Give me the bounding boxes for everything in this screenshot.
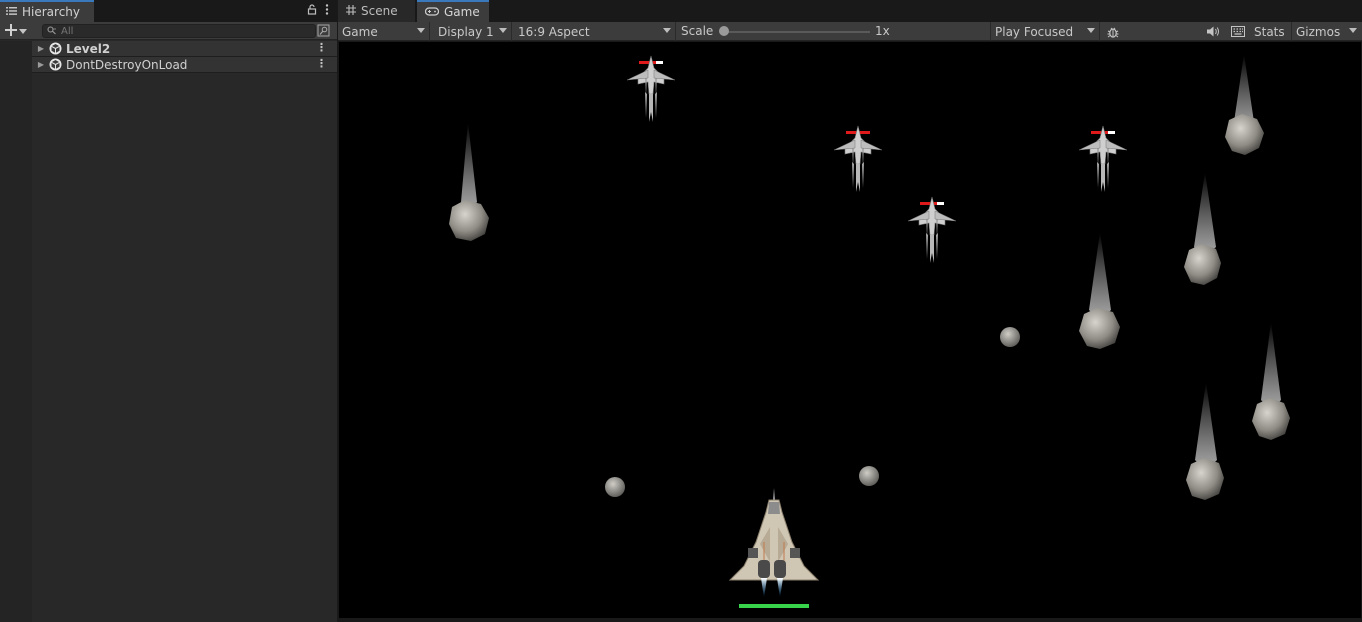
- chevron-down-icon: [499, 28, 507, 33]
- more-options-icon[interactable]: ⋮: [316, 41, 327, 54]
- grid-hash-icon: [346, 4, 356, 18]
- list-icon: [6, 5, 17, 19]
- aspect-dropdown[interactable]: 16:9 Aspect: [514, 22, 676, 41]
- game-view-panel: Scene Game Game Display 1 16:9 Aspect Sc…: [338, 0, 1362, 622]
- play-mode-label: Play Focused: [995, 24, 1074, 39]
- enemy-ships: [626, 55, 1128, 264]
- game-mode-dropdown[interactable]: Game: [338, 22, 430, 41]
- play-mode-dropdown[interactable]: Play Focused: [990, 22, 1100, 41]
- gizmos-label: Gizmos: [1296, 24, 1341, 39]
- game-mode-label: Game: [342, 24, 378, 39]
- tab-scene[interactable]: Scene: [338, 0, 415, 22]
- bug-icon[interactable]: [1104, 23, 1122, 40]
- game-scene: [449, 54, 1290, 608]
- tab-scene-label: Scene: [361, 4, 398, 18]
- chevron-down-icon: [663, 28, 671, 33]
- plus-icon: [5, 23, 17, 39]
- hierarchy-gutter: [0, 41, 32, 622]
- hierarchy-search-input[interactable]: [61, 25, 301, 37]
- unity-scene-icon: [48, 58, 62, 72]
- chevron-down-icon: [1087, 28, 1095, 33]
- scale-slider-track[interactable]: [724, 31, 870, 33]
- hierarchy-tab-label: Hierarchy: [22, 5, 81, 19]
- expand-arrow-icon[interactable]: ▶: [34, 44, 48, 53]
- player-ship: [728, 488, 820, 608]
- stats-label: Stats: [1254, 24, 1285, 39]
- hierarchy-search: [42, 24, 316, 38]
- chevron-down-icon: [1349, 28, 1357, 33]
- chevron-down-icon: [19, 24, 27, 38]
- gamepad-icon: [424, 5, 440, 19]
- chevron-down-icon: [417, 28, 425, 33]
- tab-game[interactable]: Game: [417, 0, 489, 22]
- gizmos-dropdown[interactable]: Gizmos: [1291, 22, 1361, 41]
- more-options-icon[interactable]: [325, 4, 329, 18]
- unity-scene-icon: [48, 42, 62, 56]
- asteroids: [449, 114, 1290, 500]
- display-label: Display 1: [438, 24, 494, 39]
- tab-hierarchy[interactable]: Hierarchy: [0, 0, 94, 22]
- asteroid-trails: [461, 54, 1281, 466]
- stats-button[interactable]: Stats: [1250, 22, 1289, 41]
- hierarchy-item-label: Level2: [66, 41, 111, 56]
- search-type-icon: [317, 24, 330, 40]
- hierarchy-tabbar: Hierarchy: [0, 0, 337, 22]
- lock-icon[interactable]: [307, 4, 317, 18]
- add-object-button[interactable]: [5, 23, 27, 39]
- expand-arrow-icon[interactable]: ▶: [34, 60, 48, 69]
- game-tabbar: Scene Game: [338, 0, 1362, 22]
- display-dropdown[interactable]: Display 1: [434, 22, 512, 41]
- scale-value: 1x: [875, 24, 890, 38]
- scale-slider-handle[interactable]: [719, 26, 729, 36]
- search-by-type-button[interactable]: [317, 24, 331, 38]
- audio-mute-icon[interactable]: [1204, 23, 1222, 40]
- search-icon: [47, 24, 57, 38]
- game-toolbar: Game Display 1 16:9 Aspect Scale 1x Play…: [338, 22, 1362, 41]
- small-asteroids: [605, 327, 1020, 497]
- player-health-bar: [739, 604, 809, 608]
- hierarchy-toolbar: [0, 22, 337, 40]
- tab-game-label: Game: [444, 5, 480, 19]
- keyboard-shortcuts-icon[interactable]: [1229, 23, 1247, 40]
- hierarchy-panel: Hierarchy All ▶ Level2 ⋮ ▶ DontDestroyOn…: [0, 0, 337, 622]
- scale-label: Scale: [681, 24, 714, 38]
- game-viewport[interactable]: [339, 42, 1361, 618]
- aspect-label: 16:9 Aspect: [518, 24, 590, 39]
- hierarchy-item-dontdestroyonload[interactable]: ▶ DontDestroyOnLoad ⋮: [32, 57, 337, 73]
- more-options-icon[interactable]: ⋮: [316, 57, 327, 70]
- hierarchy-item-level2[interactable]: ▶ Level2 ⋮: [32, 41, 337, 57]
- hierarchy-item-label: DontDestroyOnLoad: [66, 57, 188, 72]
